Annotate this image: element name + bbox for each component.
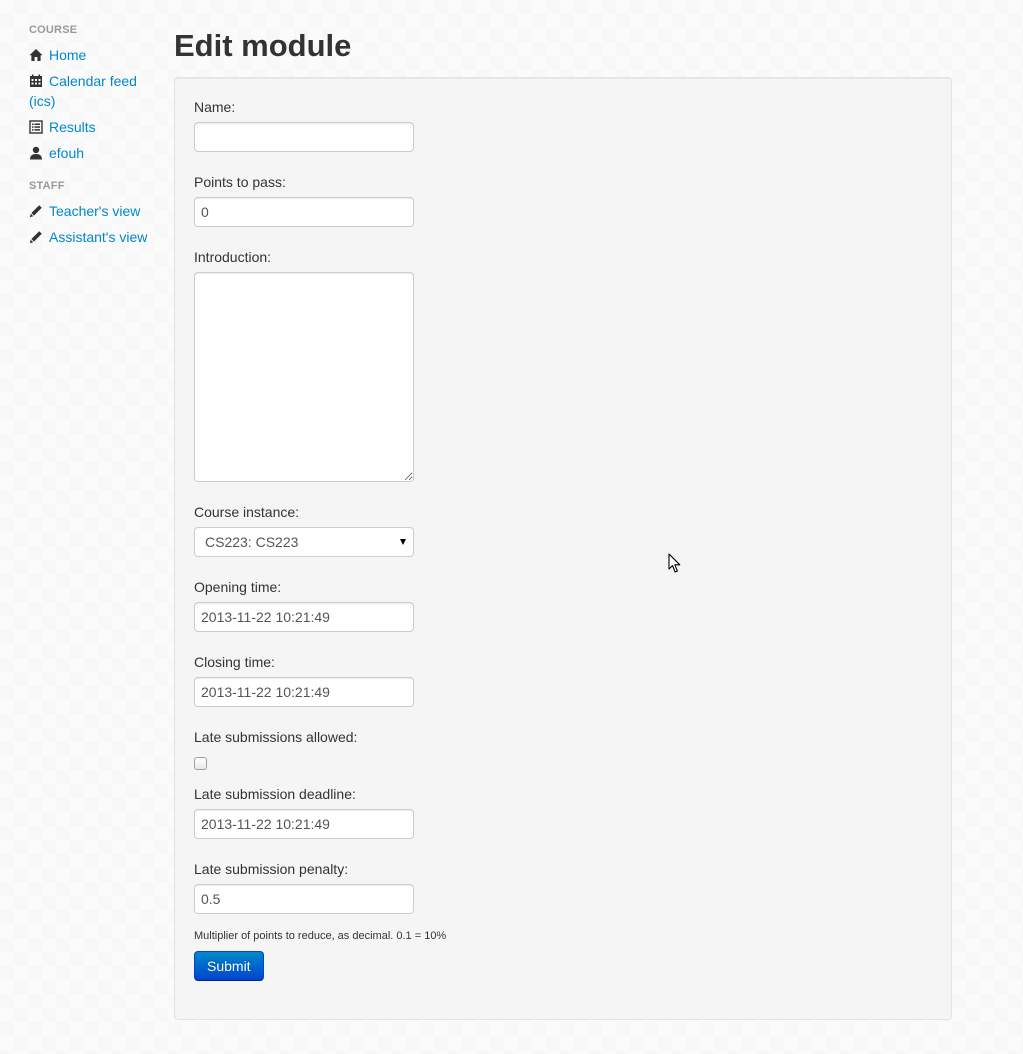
opening-time-field-group: Opening time: bbox=[194, 577, 594, 632]
sidebar-item-label: efouh bbox=[49, 145, 85, 161]
late-submission-deadline-label: Late submission deadline: bbox=[194, 786, 356, 802]
late-submission-deadline-input[interactable] bbox=[194, 809, 414, 839]
submit-button[interactable]: Submit bbox=[194, 951, 264, 981]
name-label: Name: bbox=[194, 99, 236, 115]
list-icon bbox=[29, 120, 43, 134]
late-submissions-allowed-checkbox[interactable] bbox=[194, 757, 207, 770]
introduction-textarea[interactable] bbox=[194, 272, 414, 482]
sidebar-item-teachers-view[interactable]: Teacher's view bbox=[29, 201, 149, 221]
name-field-group: Name: bbox=[194, 97, 594, 152]
home-icon bbox=[29, 48, 43, 62]
late-submissions-allowed-label: Late submissions allowed: bbox=[194, 729, 358, 745]
closing-time-field-group: Closing time: bbox=[194, 652, 594, 707]
sidebar-item-user-profile[interactable]: efouh bbox=[29, 143, 149, 163]
sidebar-item-calendar-feed[interactable]: Calendar feed (ics) bbox=[29, 71, 149, 111]
staff-nav-header: STAFF bbox=[29, 180, 65, 192]
introduction-label: Introduction: bbox=[194, 249, 272, 265]
introduction-field-group: Introduction: bbox=[194, 247, 594, 482]
late-submissions-allowed-field-group: Late submissions allowed: bbox=[194, 727, 594, 770]
sidebar-item-label: Teacher's view bbox=[49, 203, 141, 219]
closing-time-input[interactable] bbox=[194, 677, 414, 707]
opening-time-input[interactable] bbox=[194, 602, 414, 632]
course-instance-label: Course instance: bbox=[194, 504, 300, 520]
points-to-pass-field-group: Points to pass: bbox=[194, 172, 594, 227]
user-icon bbox=[29, 146, 43, 160]
course-nav-header: COURSE bbox=[29, 24, 78, 36]
sidebar-item-label: Home bbox=[49, 47, 87, 63]
page-title: Edit module bbox=[174, 28, 352, 63]
calendar-icon bbox=[29, 74, 43, 88]
late-submission-penalty-field-group: Late submission penalty: bbox=[194, 859, 594, 914]
edit-module-form: Name: Points to pass: Introduction: Cour… bbox=[194, 97, 594, 981]
name-input[interactable] bbox=[194, 122, 414, 152]
course-instance-field-group: Course instance: CS223: CS223 bbox=[194, 502, 594, 557]
pencil-icon bbox=[29, 230, 43, 244]
sidebar-item-results[interactable]: Results bbox=[29, 117, 149, 137]
sidebar-item-label: Calendar feed (ics) bbox=[29, 73, 137, 109]
edit-module-form-panel: Name: Points to pass: Introduction: Cour… bbox=[174, 77, 952, 1020]
course-instance-selected-value: CS223: CS223 bbox=[205, 534, 299, 550]
opening-time-label: Opening time: bbox=[194, 579, 282, 595]
late-submission-penalty-label: Late submission penalty: bbox=[194, 861, 349, 877]
dropdown-arrow-icon bbox=[400, 539, 406, 545]
late-submission-deadline-field-group: Late submission deadline: bbox=[194, 784, 594, 839]
late-submission-penalty-help-text: Multiplier of points to reduce, as decim… bbox=[194, 930, 447, 942]
sidebar: COURSE Home Calendar feed (ics) Results … bbox=[29, 18, 149, 247]
sidebar-item-label: Results bbox=[49, 119, 96, 135]
points-to-pass-label: Points to pass: bbox=[194, 174, 286, 190]
sidebar-item-assistants-view[interactable]: Assistant's view bbox=[29, 227, 149, 247]
sidebar-item-label: Assistant's view bbox=[49, 229, 148, 245]
points-to-pass-input[interactable] bbox=[194, 197, 414, 227]
sidebar-item-home[interactable]: Home bbox=[29, 45, 149, 65]
pencil-icon bbox=[29, 204, 43, 218]
closing-time-label: Closing time: bbox=[194, 654, 275, 670]
late-submission-penalty-input[interactable] bbox=[194, 884, 414, 914]
course-instance-select[interactable]: CS223: CS223 bbox=[194, 527, 414, 557]
